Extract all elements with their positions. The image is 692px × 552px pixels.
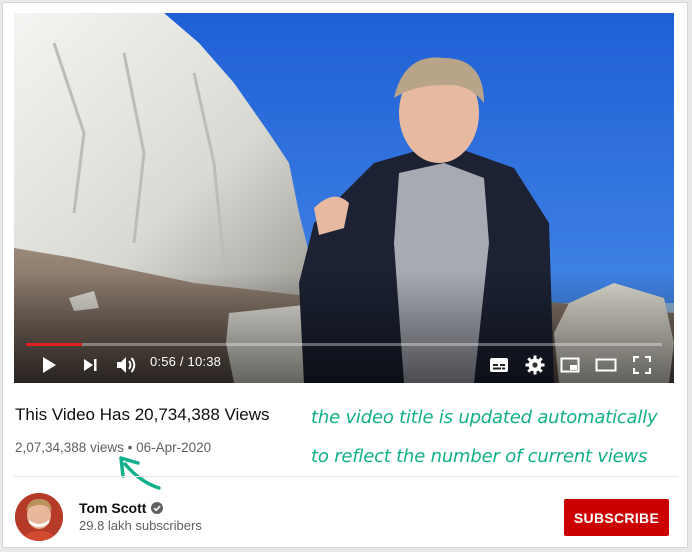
fullscreen-icon bbox=[633, 356, 651, 374]
channel-avatar[interactable] bbox=[15, 493, 63, 541]
next-icon bbox=[84, 359, 97, 371]
play-button[interactable] bbox=[38, 354, 60, 376]
video-player[interactable]: 0:56 / 10:38 bbox=[14, 13, 674, 383]
subtitles-button[interactable] bbox=[487, 354, 511, 376]
meta-separator: • bbox=[127, 440, 133, 455]
view-count: 2,07,34,388 views bbox=[15, 440, 124, 455]
progress-bar[interactable] bbox=[26, 343, 662, 346]
miniplayer-button[interactable] bbox=[558, 354, 582, 376]
video-meta: 2,07,34,388 views • 06-Apr-2020 bbox=[15, 440, 211, 455]
channel-name[interactable]: Tom Scott bbox=[79, 500, 146, 516]
subtitles-icon bbox=[490, 358, 508, 372]
annotation-arrow-icon bbox=[119, 456, 161, 490]
subscribe-button[interactable]: SUBSCRIBE bbox=[564, 499, 669, 536]
duration: 10:38 bbox=[187, 354, 222, 369]
avatar-image bbox=[15, 493, 63, 541]
play-icon bbox=[43, 357, 56, 373]
annotation-line-2: to reflect the number of current views bbox=[311, 446, 648, 467]
current-time: 0:56 bbox=[150, 354, 177, 369]
video-frame bbox=[14, 13, 674, 383]
volume-button[interactable] bbox=[114, 353, 138, 377]
check-circle-icon bbox=[151, 502, 164, 514]
time-separator: / bbox=[179, 354, 188, 369]
progress-bar-played bbox=[26, 343, 82, 346]
next-button[interactable] bbox=[80, 355, 100, 375]
subscriber-count: 29.8 lakh subscribers bbox=[79, 518, 202, 533]
upload-date: 06-Apr-2020 bbox=[136, 440, 212, 455]
miniplayer-icon bbox=[560, 357, 580, 373]
annotation-line-1: the video title is updated automatically bbox=[311, 407, 658, 428]
theater-icon bbox=[595, 358, 617, 372]
settings-button[interactable] bbox=[523, 353, 547, 377]
annotation-note: the video title is updated automatically… bbox=[311, 398, 681, 476]
theater-mode-button[interactable] bbox=[593, 354, 619, 376]
fullscreen-button[interactable] bbox=[630, 354, 654, 376]
divider bbox=[14, 476, 678, 477]
channel-name-row[interactable]: Tom Scott bbox=[79, 500, 164, 516]
volume-icon bbox=[117, 357, 136, 373]
time-display: 0:56 / 10:38 bbox=[150, 354, 221, 369]
settings-icon bbox=[525, 355, 545, 375]
video-title: This Video Has 20,734,388 Views bbox=[15, 405, 270, 424]
